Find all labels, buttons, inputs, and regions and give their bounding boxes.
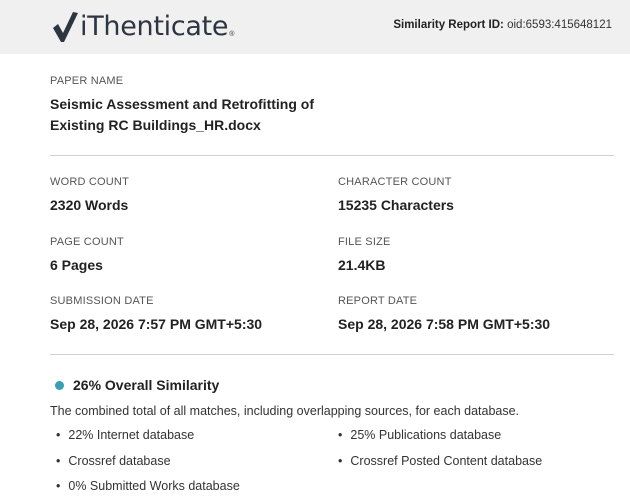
divider: [50, 155, 614, 156]
similarity-description: The combined total of all matches, inclu…: [50, 404, 520, 418]
database-item: • Crossref database: [56, 454, 171, 468]
ithenticate-logo: iThenticate ®: [51, 9, 234, 45]
file-size-label: FILE SIZE: [338, 236, 391, 248]
database-item: • 0% Submitted Works database: [56, 479, 240, 493]
checkmark-icon: [53, 12, 78, 42]
file-size-value: 21.4KB: [338, 257, 386, 273]
similarity-dot-icon: [55, 381, 64, 390]
submission-date-label: SUBMISSION DATE: [50, 295, 154, 307]
database-item: • Crossref Posted Content database: [338, 454, 542, 468]
bullet-icon: •: [56, 428, 61, 442]
database-label: Crossref Posted Content database: [350, 454, 543, 468]
word-count-label: WORD COUNT: [50, 176, 129, 188]
report-id-label: Similarity Report ID:: [393, 19, 504, 31]
report-id-value: oid:6593:415648121: [507, 19, 612, 31]
report-date-label: REPORT DATE: [338, 295, 418, 307]
character-count-value: 15235 Characters: [338, 197, 454, 213]
divider: [50, 354, 614, 355]
similarity-report-id: Similarity Report ID: oid:6593:415648121: [393, 19, 612, 31]
database-label: 25% Publications database: [350, 428, 502, 442]
overall-similarity-title: 26% Overall Similarity: [73, 377, 220, 393]
paper-name: Seismic Assessment and Retrofitting of E…: [50, 94, 350, 136]
submission-date-value: Sep 28, 2026 7:57 PM GMT+5:30: [50, 316, 263, 332]
bullet-icon: •: [56, 454, 61, 468]
database-label: 22% Internet database: [68, 428, 195, 442]
bullet-icon: •: [338, 454, 343, 468]
page-count-value: 6 Pages: [50, 257, 103, 273]
paper-name-line-1: Seismic Assessment and Retrofitting of: [50, 96, 314, 112]
registered-mark: ®: [229, 31, 235, 38]
paper-name-label: PAPER NAME: [50, 75, 124, 87]
page-count-label: PAGE COUNT: [50, 236, 124, 248]
character-count-label: CHARACTER COUNT: [338, 176, 452, 188]
database-item: • 25% Publications database: [338, 428, 501, 442]
paper-name-line-2: Existing RC Buildings_HR.docx: [50, 117, 261, 133]
word-count-value: 2320 Words: [50, 197, 129, 213]
report-date-value: Sep 28, 2026 7:58 PM GMT+5:30: [338, 316, 551, 332]
database-item: • 22% Internet database: [56, 428, 194, 442]
bullet-icon: •: [338, 428, 343, 442]
database-label: Crossref database: [68, 454, 171, 468]
report-header: iThenticate ® Similarity Report ID: oid:…: [0, 0, 630, 54]
brand-name: iThenticate: [80, 11, 229, 42]
bullet-icon: •: [56, 479, 61, 493]
database-label: 0% Submitted Works database: [68, 479, 240, 493]
